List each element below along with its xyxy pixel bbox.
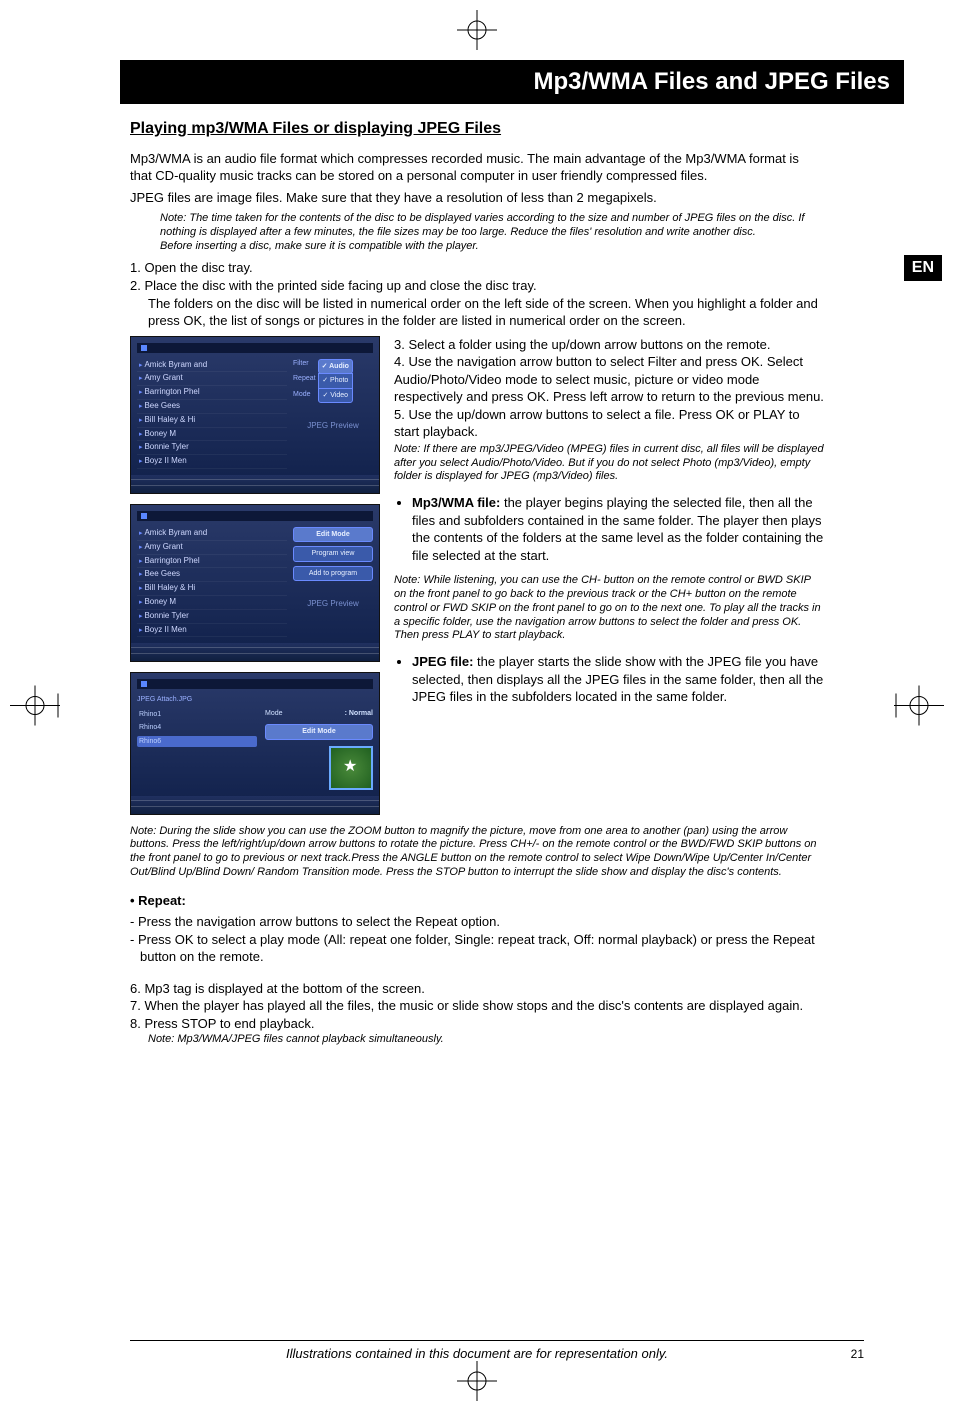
reg-mark-top <box>457 10 497 55</box>
list-item-selected: Rhino6 <box>137 736 257 747</box>
list-item: Bonnie Tyler <box>137 441 287 455</box>
list-item: Rhino4 <box>137 722 257 733</box>
note-after-step5: Note: If there are mp3/JPEG/Video (MPEG)… <box>394 443 824 484</box>
bullet-jpeg: JPEG file: the player starts the slide s… <box>412 653 824 706</box>
note-while-listening: Note: While listening, you can use the C… <box>394 574 824 643</box>
step-8-note: Note: Mp3/WMA/JPEG files cannot playback… <box>148 1033 824 1047</box>
repeat-line-1: - Press the navigation arrow buttons to … <box>130 913 824 931</box>
reg-mark-right <box>894 686 944 731</box>
list-item: Boyz II Men <box>137 624 287 638</box>
list-item: Barrington Phel <box>137 386 287 400</box>
list-item: Bill Haley & Hi <box>137 582 287 596</box>
list-item: Boyz II Men <box>137 455 287 469</box>
list-item: Amick Byram and <box>137 527 287 541</box>
list-item: Barrington Phel <box>137 555 287 569</box>
repeat-line-2: - Press OK to select a play mode (All: r… <box>130 931 824 966</box>
list-item: Rhino1 <box>137 709 257 720</box>
filter-label: Filter <box>293 359 316 368</box>
bullet-mp3-label: Mp3/WMA file: <box>412 495 500 510</box>
list-item: Amy Grant <box>137 541 287 555</box>
repeat-heading: • Repeat: <box>130 892 824 910</box>
list-item: Bonnie Tyler <box>137 610 287 624</box>
content-area: Playing mp3/WMA Files or displaying JPEG… <box>130 118 824 1046</box>
jpeg-preview-image <box>329 746 373 790</box>
footer-caption: Illustrations contained in this document… <box>0 1346 954 1361</box>
step-7: 7. When the player has played all the fi… <box>130 997 824 1015</box>
edit-mode-button: Edit Mode <box>265 724 373 739</box>
list-item: Boney M <box>137 596 287 610</box>
filter-audio-option: ✓ Audio <box>318 359 353 374</box>
repeat-label: Repeat <box>293 374 316 383</box>
mode-value: : Normal <box>345 709 373 718</box>
two-column-layout: Amick Byram and Amy Grant Barrington Phe… <box>130 336 824 815</box>
add-program-button: Add to program <box>293 566 373 581</box>
jpeg-preview-label: JPEG Preview <box>293 411 373 441</box>
steps-1-2: 1. Open the disc tray. 2. Place the disc… <box>130 259 824 329</box>
language-badge: EN <box>904 255 942 281</box>
bullet-jpeg-text: the player starts the slide show with th… <box>412 654 823 704</box>
subheading: Playing mp3/WMA Files or displaying JPEG… <box>130 118 824 140</box>
mode-label: Mode <box>265 709 283 718</box>
filter-video-option: ✓ Video <box>318 388 353 403</box>
bullet-mp3: Mp3/WMA file: the player begins playing … <box>412 494 824 564</box>
screenshot-edit-mode: Amick Byram and Amy Grant Barrington Phe… <box>130 504 380 662</box>
intro-paragraph-2: JPEG files are image files. Make sure th… <box>130 189 824 207</box>
step-6: 6. Mp3 tag is displayed at the bottom of… <box>130 980 824 998</box>
list-item: Bee Gees <box>137 400 287 414</box>
jpeg-filename: JPEG Attach.JPG <box>137 695 373 704</box>
reg-mark-left <box>10 686 60 731</box>
step-8: 8. Press STOP to end playback. <box>130 1015 824 1033</box>
note-slideshow: Note: During the slide show you can use … <box>130 825 824 880</box>
program-view-button: Program view <box>293 546 373 561</box>
mode-label: Mode <box>293 390 316 399</box>
page-number: 21 <box>851 1347 864 1361</box>
edit-mode-button: Edit Mode <box>293 527 373 542</box>
reg-mark-bottom <box>457 1361 497 1406</box>
filter-photo-option: ✓ Photo <box>318 373 353 388</box>
list-item: Bill Haley & Hi <box>137 414 287 428</box>
screenshot-jpeg-view: JPEG Attach.JPG Rhino1 Rhino4 Rhino6 Mod… <box>130 672 380 814</box>
section-title: Mp3/WMA Files and JPEG Files <box>533 68 890 95</box>
manual-page: Mp3/WMA Files and JPEG Files EN Playing … <box>0 0 954 1416</box>
intro-paragraph-1: Mp3/WMA is an audio file format which co… <box>130 150 824 185</box>
step-2-detail: The folders on the disc will be listed i… <box>148 295 824 330</box>
section-title-bar: Mp3/WMA Files and JPEG Files <box>120 60 904 104</box>
list-item: Amy Grant <box>137 372 287 386</box>
list-item: Amick Byram and <box>137 359 287 373</box>
step-4: 4. Use the navigation arrow button to se… <box>394 353 824 406</box>
jpeg-preview-label: JPEG Preview <box>293 589 373 619</box>
step-1: 1. Open the disc tray. <box>130 259 824 277</box>
step-5: 5. Use the up/down arrow buttons to sele… <box>394 406 824 441</box>
list-item: Bee Gees <box>137 568 287 582</box>
step-3: 3. Select a folder using the up/down arr… <box>394 336 824 354</box>
footer-rule <box>130 1340 864 1341</box>
step-2: 2. Place the disc with the printed side … <box>130 277 824 295</box>
screenshot-filter-menu: Amick Byram and Amy Grant Barrington Phe… <box>130 336 380 494</box>
screenshots-column: Amick Byram and Amy Grant Barrington Phe… <box>130 336 380 815</box>
bullet-jpeg-label: JPEG file: <box>412 654 473 669</box>
list-item: Boney M <box>137 428 287 442</box>
note-top: Note: The time taken for the contents of… <box>160 212 824 253</box>
text-column: 3. Select a folder using the up/down arr… <box>394 336 824 716</box>
